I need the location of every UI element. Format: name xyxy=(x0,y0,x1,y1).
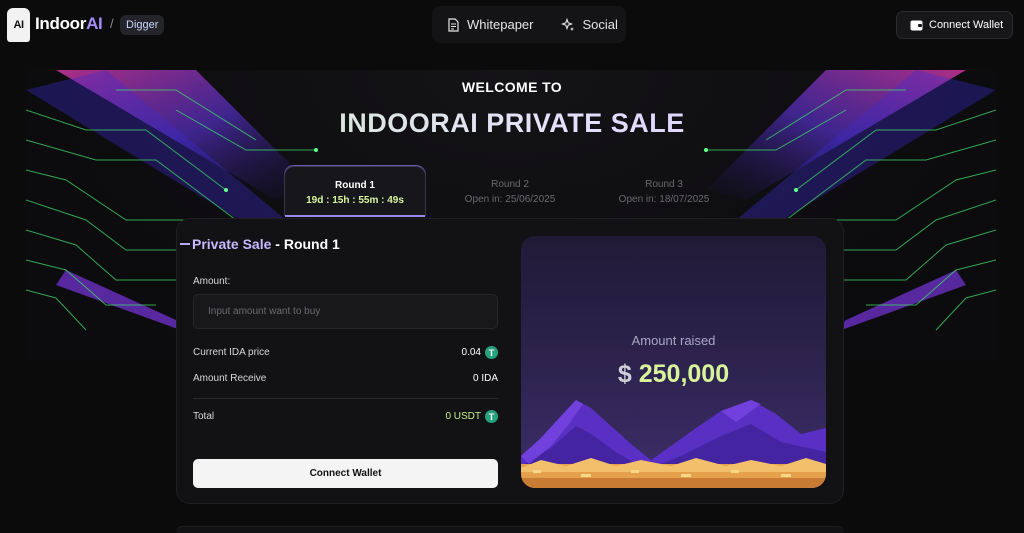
project-tag[interactable]: Digger xyxy=(120,15,165,35)
title-accent-bar xyxy=(180,243,190,245)
total-row: Total 0 USDT T xyxy=(193,410,498,423)
nav-social-label: Social xyxy=(582,17,618,32)
receive-value: 0 IDA xyxy=(472,373,498,384)
connect-wallet-button[interactable]: Connect Wallet xyxy=(193,459,498,488)
nav-whitepaper[interactable]: Whitepaper xyxy=(432,6,547,43)
amount-input[interactable] xyxy=(193,294,498,329)
nav-whitepaper-label: Whitepaper xyxy=(467,17,534,32)
page: AI IndoorAI / Digger Whitepaper Social C… xyxy=(0,0,1024,533)
amount-raised-panel: Amount raised $ 250,000 xyxy=(521,236,826,488)
tab-round-1[interactable]: Round 1 19d : 15h : 55m : 49s xyxy=(284,166,426,217)
currency-symbol: $ xyxy=(617,360,632,388)
card-title-round: - Round 1 xyxy=(271,236,340,252)
tab-round-2-date: Open in: 25/06/2025 xyxy=(464,194,556,205)
card-title-prefix: Private Sale xyxy=(192,236,272,252)
amount-label: Amount: xyxy=(193,276,231,287)
top-header: AI IndoorAI / Digger Whitepaper Social C… xyxy=(0,0,1024,50)
total-value-group: 0 USDT T xyxy=(445,410,498,423)
tab-round-2[interactable]: Round 2 Open in: 25/06/2025 xyxy=(439,166,581,216)
tab-round-3-date: Open in: 18/07/2025 xyxy=(618,194,710,205)
next-section-edge xyxy=(176,526,844,533)
receive-label: Amount Receive xyxy=(193,373,267,384)
tether-icon: T xyxy=(485,346,498,359)
brand-accent: AI xyxy=(86,14,103,33)
sparkles-icon xyxy=(561,17,575,31)
receive-row: Amount Receive 0 IDA xyxy=(193,373,498,384)
tether-icon: T xyxy=(485,410,498,423)
tab-round-3[interactable]: Round 3 Open in: 18/07/2025 xyxy=(593,166,735,216)
logo-icon[interactable]: AI xyxy=(7,8,30,42)
price-row: Current IDA price 0.04 T xyxy=(193,346,498,359)
welcome-heading: WELCOME TO xyxy=(461,79,563,95)
wallet-icon xyxy=(910,20,923,30)
tab-round-1-countdown: 19d : 15h : 55m : 49s xyxy=(306,195,404,206)
total-label: Total xyxy=(193,411,215,422)
brand-name[interactable]: IndoorAI xyxy=(35,14,103,34)
top-nav: Whitepaper Social xyxy=(432,6,626,43)
document-icon xyxy=(448,17,459,32)
pixel-mountains-illustration xyxy=(521,400,826,488)
header-connect-wallet-button[interactable]: Connect Wallet xyxy=(896,11,1013,39)
tab-round-2-label: Round 2 xyxy=(491,179,529,190)
amount-raised-value: $ 250,000 xyxy=(521,360,826,389)
tab-round-1-label: Round 1 xyxy=(335,180,375,191)
card-title: Private Sale - Round 1 xyxy=(192,236,340,252)
price-value-group: 0.04 T xyxy=(462,346,498,359)
brand-main: Indoor xyxy=(35,14,87,33)
nav-social[interactable]: Social xyxy=(547,6,631,43)
raised-amount: 250,000 xyxy=(638,360,730,388)
price-label: Current IDA price xyxy=(193,347,270,358)
divider xyxy=(193,398,498,399)
header-connect-wallet-label: Connect Wallet xyxy=(929,19,1004,31)
breadcrumb-separator: / xyxy=(110,16,114,31)
price-value: 0.04 xyxy=(461,347,481,358)
total-value: 0 USDT xyxy=(445,411,481,422)
amount-raised-label: Amount raised xyxy=(631,333,716,348)
tab-round-3-label: Round 3 xyxy=(645,179,683,190)
page-title: INDOORAI PRIVATE SALE xyxy=(0,108,1024,139)
